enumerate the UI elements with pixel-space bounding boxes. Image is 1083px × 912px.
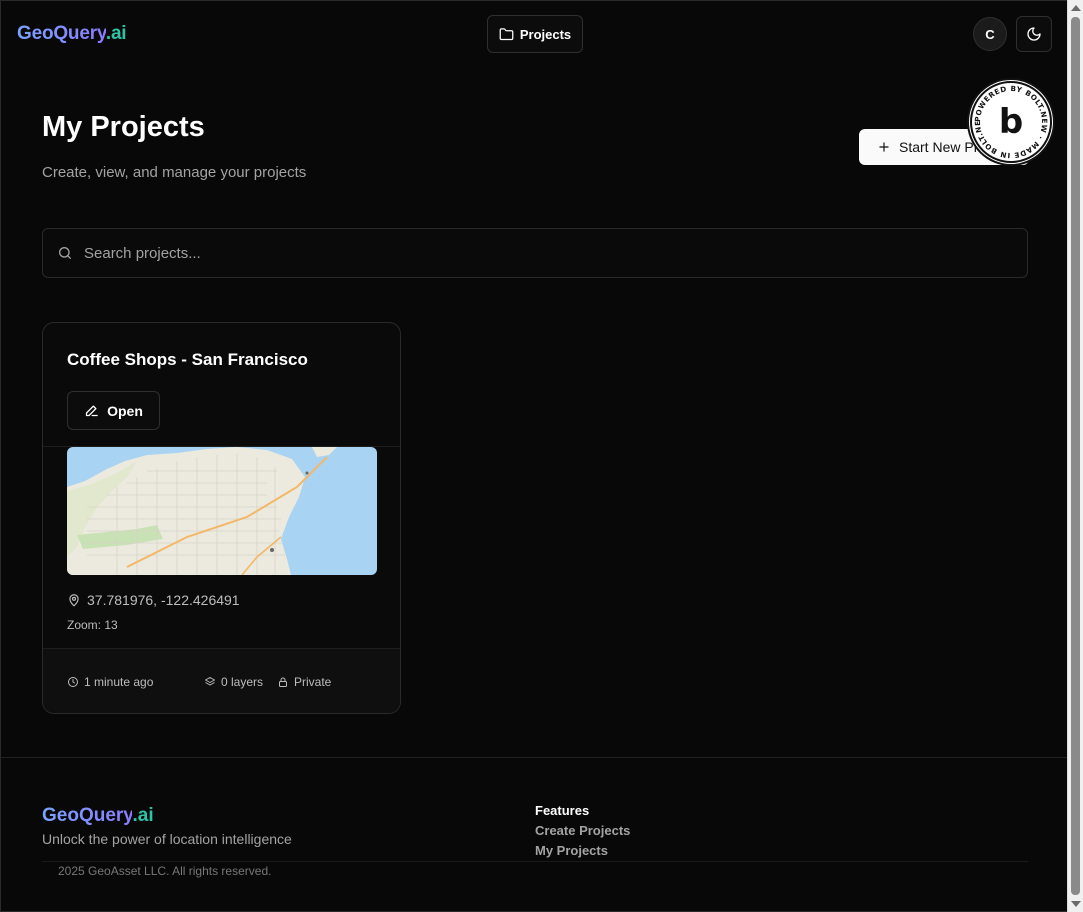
page-subtitle: Create, view, and manage your projects: [42, 164, 307, 181]
layers-meta: 0 layers: [204, 675, 263, 689]
projects-nav-label: Projects: [519, 26, 572, 42]
brand-logo[interactable]: GeoQuery.ai: [17, 23, 127, 45]
layers-text: 0 layers: [221, 675, 264, 689]
project-coordinates: 37.781976, -122.426491: [67, 592, 240, 608]
footer-features-title: Features: [535, 803, 590, 818]
map-preview-image: [67, 447, 377, 575]
project-card: Coffee Shops - San Francisco Open 37.781…: [42, 322, 401, 714]
project-title: Coffee Shops - San Francisco: [67, 350, 308, 369]
top-header: GeoQuery.ai Projects C: [1, 1, 1067, 69]
updated-text: 1 minute ago: [84, 675, 154, 689]
plus-icon: [879, 142, 889, 152]
search-input[interactable]: [84, 244, 984, 262]
map-preview[interactable]: [67, 447, 377, 575]
open-project-label: Open: [107, 402, 143, 419]
footer-copyright: 2025 GeoAsset LLC. All rights reserved.: [58, 864, 272, 878]
visibility-text: Private: [294, 675, 332, 689]
layers-icon: [205, 677, 215, 686]
theme-toggle-button[interactable]: [1016, 16, 1052, 52]
footer-brand-suffix: .ai: [132, 805, 154, 826]
bolt-logo-letter: b: [999, 102, 1023, 142]
app-window: GeoQuery.ai Projects C My Projects Creat…: [0, 0, 1067, 912]
scroll-up-arrow-icon[interactable]: [1071, 5, 1081, 11]
brand-name: GeoQuery: [17, 23, 106, 44]
pencil-icon: [85, 405, 98, 417]
lock-icon: [279, 677, 287, 687]
projects-nav-button[interactable]: Projects: [487, 15, 583, 53]
footer-link-create-projects[interactable]: Create Projects: [535, 823, 630, 838]
avatar-initial: C: [985, 26, 995, 42]
user-avatar[interactable]: C: [973, 17, 1007, 51]
scrollbar-thumb[interactable]: [1071, 17, 1080, 895]
footer-divider: [1, 757, 1067, 758]
scroll-down-arrow-icon[interactable]: [1071, 901, 1081, 907]
search-bar: [42, 228, 1028, 278]
map-pin-icon: [69, 594, 79, 607]
project-zoom: Zoom: 13: [67, 618, 118, 632]
moon-icon: [1027, 27, 1041, 41]
open-project-button[interactable]: Open: [67, 391, 160, 430]
footer-brand-name: GeoQuery: [42, 805, 133, 826]
footer-brand[interactable]: GeoQuery.ai: [42, 805, 154, 827]
folder-icon: [499, 27, 514, 40]
clock-icon: [68, 677, 78, 687]
footer-separator: [42, 861, 1028, 862]
visibility-meta: Private: [277, 675, 331, 689]
updated-meta: 1 minute ago: [67, 675, 153, 689]
bolt-badge[interactable]: POWERED BY BOLT.NEW · MADE IN BOLT.NEW ·…: [965, 73, 1053, 164]
bolt-badge-graphic: POWERED BY BOLT.NEW · MADE IN BOLT.NEW ·…: [965, 73, 1052, 163]
search-icon: [58, 247, 71, 259]
page-title: My Projects: [42, 111, 205, 143]
footer-tagline: Unlock the power of location intelligenc…: [42, 831, 292, 847]
card-footer: 1 minute ago 0 layers Private: [43, 648, 400, 713]
page-scrollbar[interactable]: [1067, 0, 1083, 912]
footer-link-my-projects[interactable]: My Projects: [535, 843, 608, 858]
coordinates-text: 37.781976, -122.426491: [87, 592, 240, 608]
brand-suffix: .ai: [105, 23, 127, 44]
